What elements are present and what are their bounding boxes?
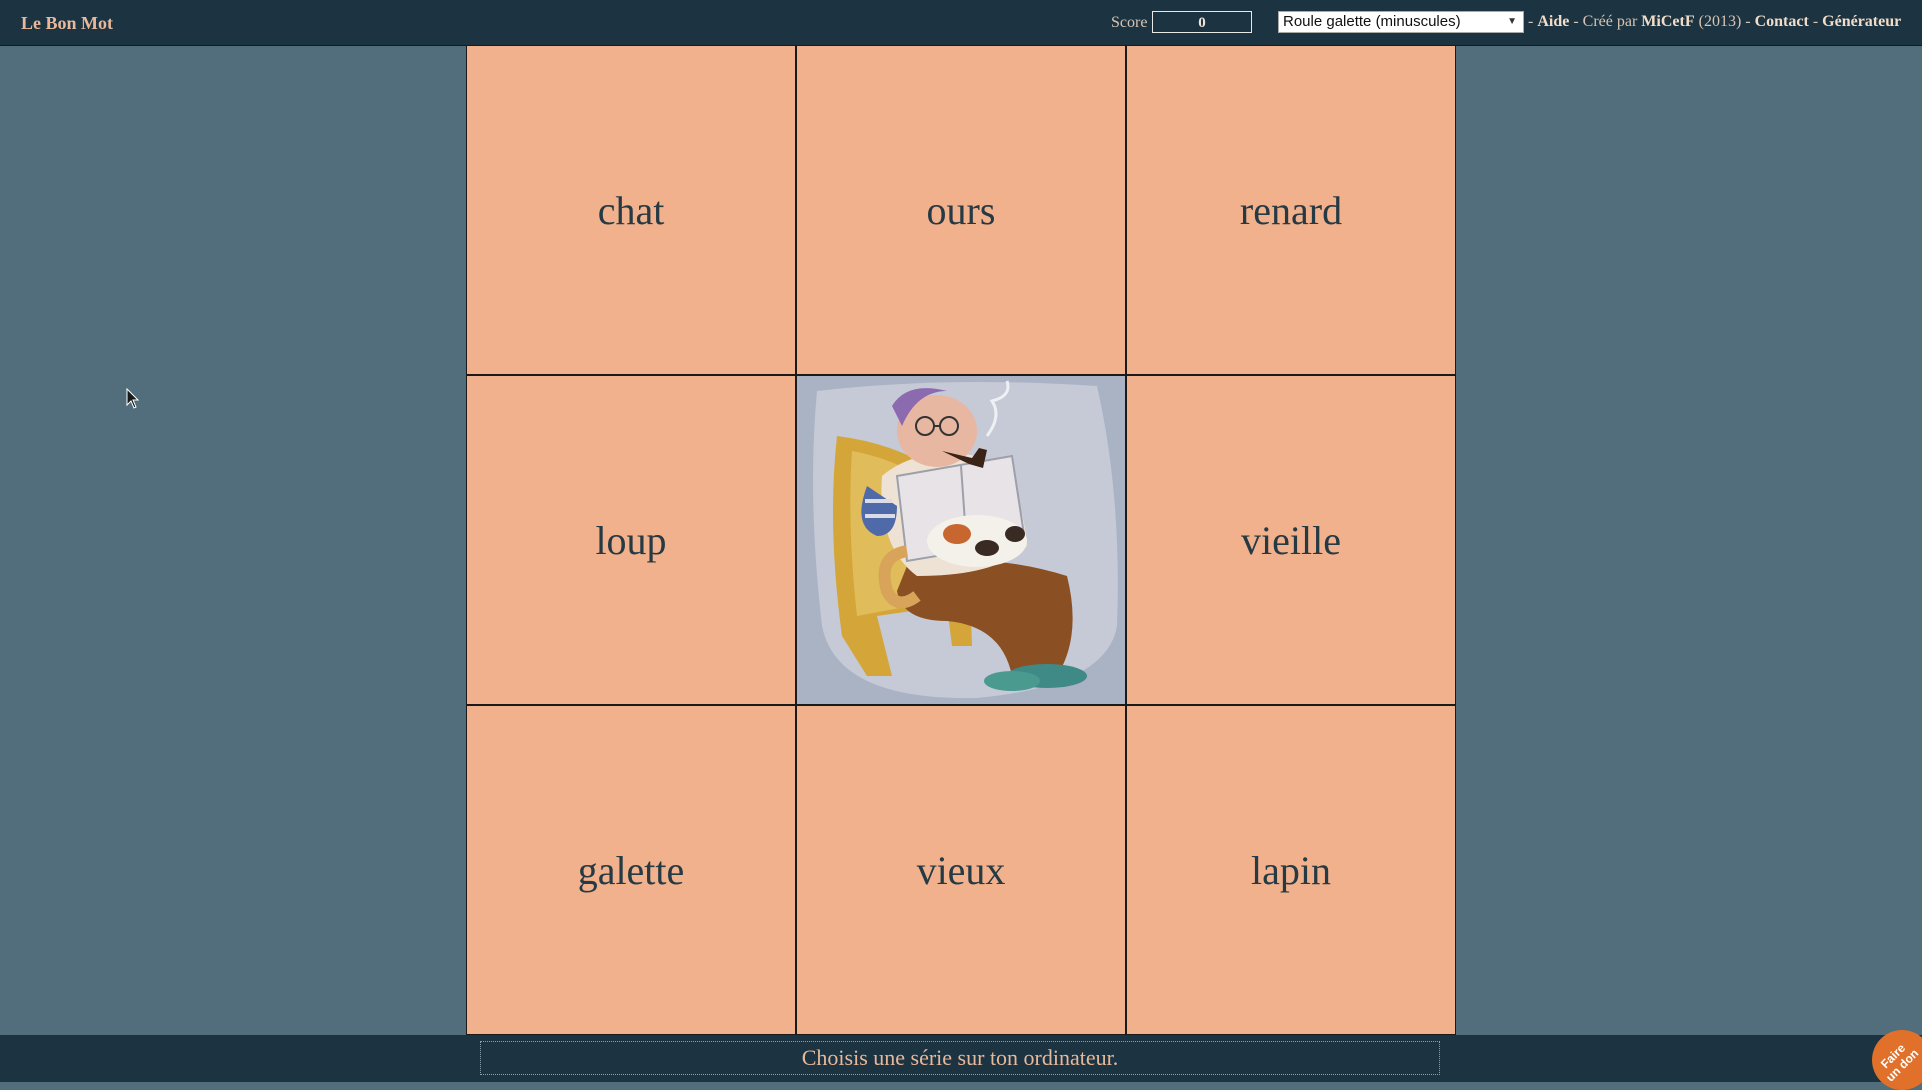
top-bar: Le Bon Mot Score 0 Roule galette (minusc… <box>0 0 1922 46</box>
chevron-down-icon: ▼ <box>1507 16 1517 27</box>
separator: - <box>1808 13 1823 30</box>
word-card[interactable]: vieux <box>796 705 1126 1035</box>
score-label: Score <box>1111 14 1148 31</box>
help-link[interactable]: Aide <box>1537 13 1569 30</box>
word-card[interactable]: loup <box>466 375 796 705</box>
old-man-reading-illustration <box>797 376 1125 704</box>
created-by-text: - Créé par <box>1569 13 1642 30</box>
center-picture <box>796 375 1126 705</box>
donate-badge-label: Faire un don <box>1877 1040 1922 1085</box>
word-card[interactable]: chat <box>466 45 796 375</box>
contact-link[interactable]: Contact <box>1755 13 1809 30</box>
separator: - <box>1741 13 1755 30</box>
score-field: 0 <box>1152 11 1252 33</box>
app-title: Le Bon Mot <box>21 13 113 33</box>
status-message: Choisis une série sur ton ordinateur. <box>480 1041 1440 1075</box>
word-card[interactable]: galette <box>466 705 796 1035</box>
header-links: - Aide - Créé par MiCetF (2013) - Contac… <box>1528 13 1901 31</box>
author-link[interactable]: MiCetF <box>1641 13 1694 30</box>
bottom-bar: Choisis une série sur ton ordinateur. <box>0 1035 1922 1082</box>
word-card[interactable]: lapin <box>1126 705 1456 1035</box>
year-text: (2013) <box>1694 13 1742 30</box>
word-card[interactable]: renard <box>1126 45 1456 375</box>
series-select[interactable]: Roule galette (minuscules) ▼ <box>1278 11 1524 33</box>
word-grid: chat ours renard loup vieille galette vi… <box>466 45 1456 1035</box>
generator-link[interactable]: Générateur <box>1822 13 1901 30</box>
series-selected-value: Roule galette (minuscules) <box>1283 13 1461 30</box>
word-card[interactable]: vieille <box>1126 375 1456 705</box>
mouse-cursor-icon <box>126 388 140 409</box>
word-card[interactable]: ours <box>796 45 1126 375</box>
separator: - <box>1528 13 1538 30</box>
